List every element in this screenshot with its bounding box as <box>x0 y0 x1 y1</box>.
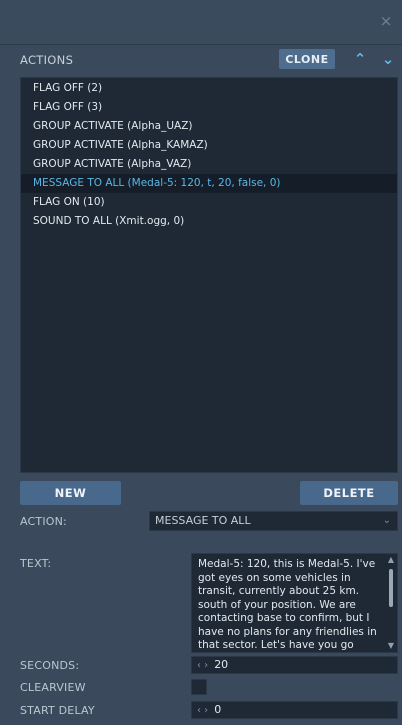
list-item[interactable]: GROUP ACTIVATE (Alpha_KAMAZ) <box>21 136 397 155</box>
list-item-selected[interactable]: MESSAGE TO ALL (Medal-5: 120, t, 20, fal… <box>21 174 397 193</box>
scroll-down-icon[interactable]: ▼ <box>386 641 396 651</box>
list-item[interactable]: FLAG ON (10) <box>21 193 397 212</box>
text-field-value: Medal-5: 120, this is Medal-5. I've got … <box>198 558 377 651</box>
list-item[interactable]: FLAG OFF (3) <box>21 98 397 117</box>
actions-list[interactable]: FLAG OFF (2) FLAG OFF (3) GROUP ACTIVATE… <box>20 77 398 473</box>
scroll-up-icon[interactable]: ▲ <box>386 555 396 565</box>
stepper-icon[interactable]: ‹ › <box>192 705 214 716</box>
text-scrollbar[interactable]: ▲ ▼ <box>386 555 396 651</box>
text-label: TEXT: <box>20 557 52 570</box>
title-bar: × <box>0 0 402 45</box>
action-select[interactable]: MESSAGE TO ALL ⌄ <box>149 511 398 531</box>
list-item[interactable]: GROUP ACTIVATE (Alpha_VAZ) <box>21 155 397 174</box>
stepper-icon[interactable]: ‹ › <box>192 660 214 671</box>
action-select-value: MESSAGE TO ALL <box>155 514 251 527</box>
scroll-thumb[interactable] <box>389 569 393 607</box>
start-delay-input[interactable]: ‹ › 0 <box>191 701 398 719</box>
close-icon[interactable]: × <box>378 13 394 29</box>
seconds-label: SECONDS: <box>20 659 80 672</box>
action-label: ACTION: <box>20 515 67 528</box>
chevron-down-icon: ⌄ <box>382 515 391 526</box>
delete-button[interactable]: DELETE <box>300 481 398 505</box>
list-item[interactable]: SOUND TO ALL (Xmit.ogg, 0) <box>21 212 397 231</box>
clearview-label: CLEARVIEW <box>20 681 86 694</box>
start-delay-label: START DELAY <box>20 704 95 717</box>
seconds-value: 20 <box>214 658 229 671</box>
start-delay-value: 0 <box>214 703 222 716</box>
seconds-input[interactable]: ‹ › 20 <box>191 656 398 674</box>
list-item[interactable]: FLAG OFF (2) <box>21 79 397 98</box>
list-item[interactable]: GROUP ACTIVATE (Alpha_UAZ) <box>21 117 397 136</box>
text-field[interactable]: Medal-5: 120, this is Medal-5. I've got … <box>191 553 398 653</box>
move-down-icon[interactable]: ⌄ <box>378 49 398 69</box>
new-button[interactable]: NEW <box>20 481 121 505</box>
move-up-icon[interactable]: ⌃ <box>350 49 370 69</box>
clone-button[interactable]: CLONE <box>279 49 335 69</box>
clearview-checkbox[interactable] <box>191 679 207 695</box>
actions-section-label: ACTIONS <box>20 53 74 67</box>
